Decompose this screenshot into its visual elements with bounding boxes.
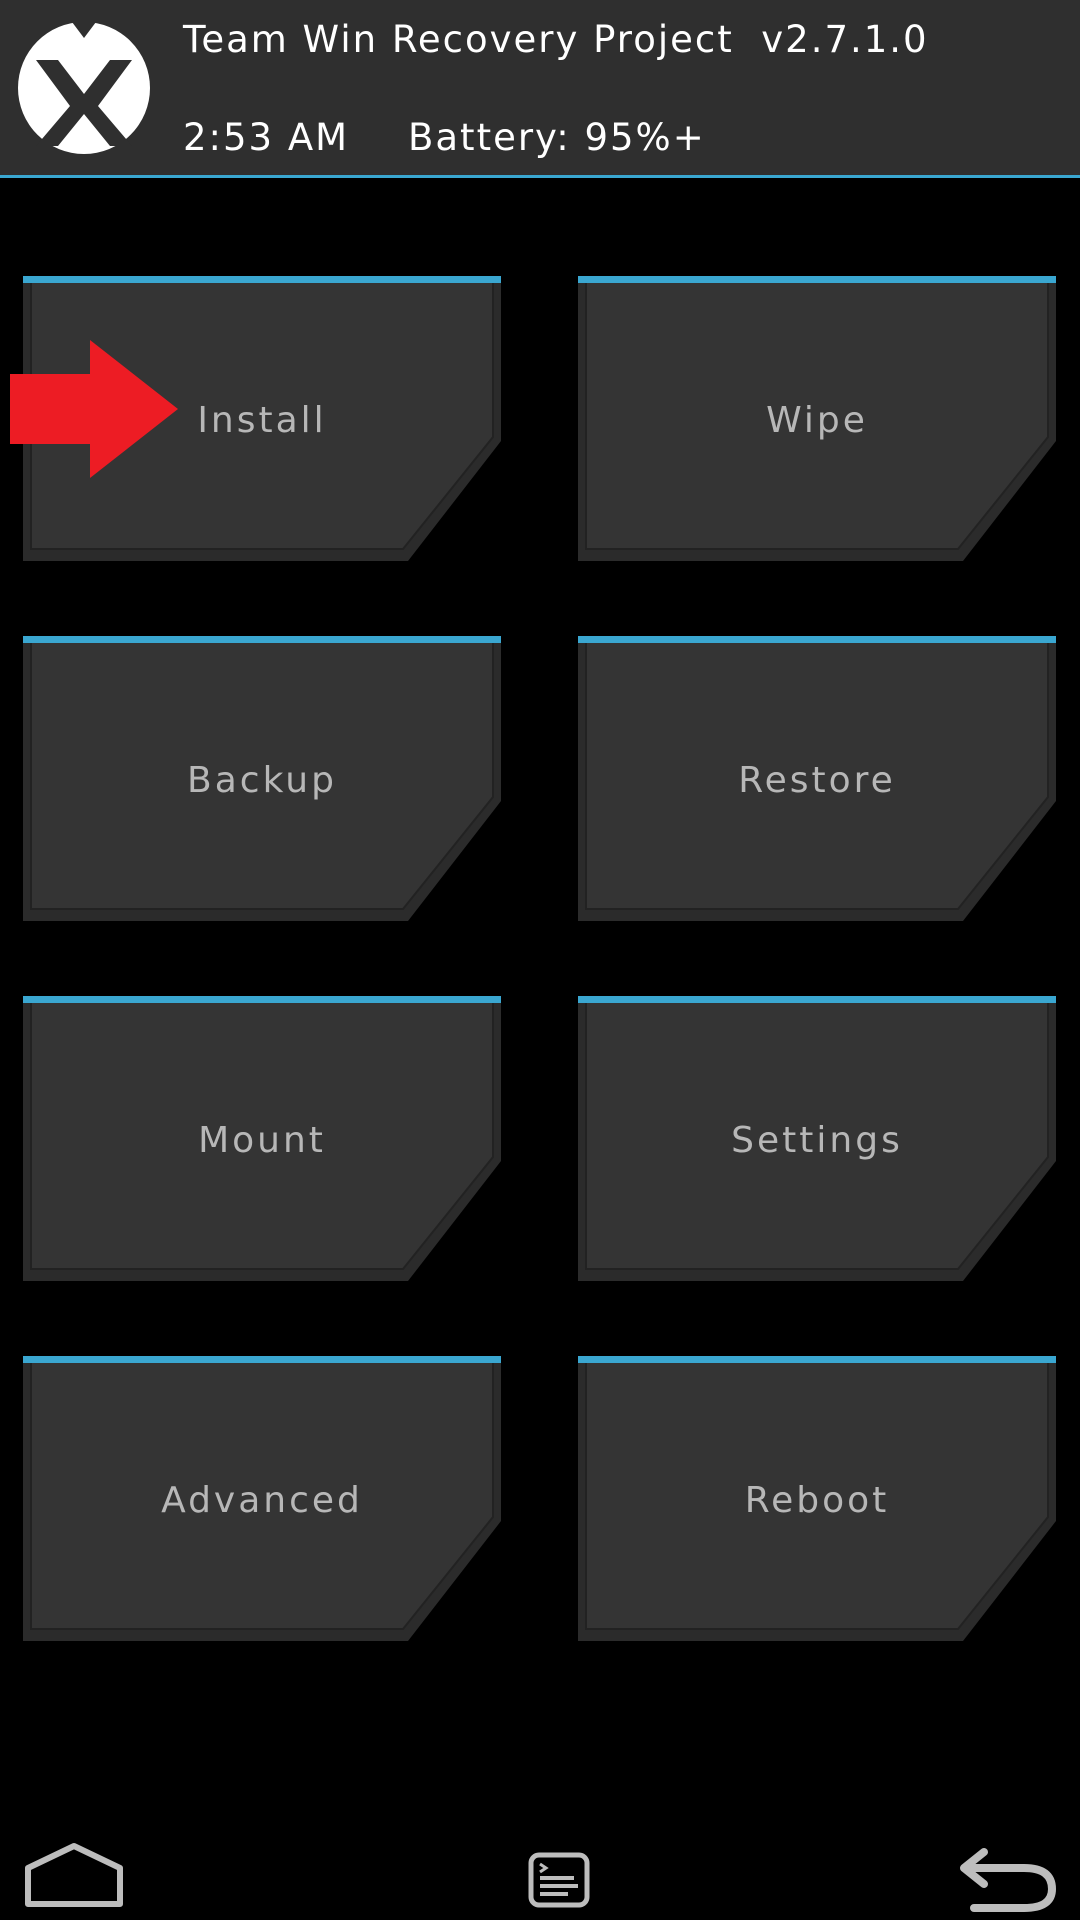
- restore-label: Restore: [738, 760, 896, 801]
- wipe-button[interactable]: Wipe: [578, 276, 1056, 561]
- header-bar: Team Win Recovery Project v2.7.1.0 2:53 …: [0, 0, 1080, 178]
- advanced-label: Advanced: [161, 1480, 363, 1521]
- advanced-button[interactable]: Advanced: [23, 1356, 501, 1641]
- settings-button[interactable]: Settings: [578, 996, 1056, 1281]
- home-icon[interactable]: [22, 1842, 126, 1908]
- red-arrow-icon: [10, 340, 178, 478]
- restore-button[interactable]: Restore: [578, 636, 1056, 921]
- reboot-button[interactable]: Reboot: [578, 1356, 1056, 1641]
- backup-label: Backup: [187, 760, 337, 801]
- twrp-logo: [18, 22, 150, 154]
- mount-button[interactable]: Mount: [23, 996, 501, 1281]
- settings-label: Settings: [731, 1120, 903, 1161]
- wipe-label: Wipe: [766, 400, 868, 441]
- backup-button[interactable]: Backup: [23, 636, 501, 921]
- back-icon[interactable]: [954, 1848, 1058, 1912]
- clock-text: 2:53 AM: [183, 116, 350, 159]
- app-title: Team Win Recovery Project v2.7.1.0: [183, 18, 929, 61]
- console-icon[interactable]: [528, 1852, 590, 1908]
- reboot-label: Reboot: [744, 1480, 890, 1521]
- battery-status: Battery: 95%+: [408, 116, 706, 159]
- mount-label: Mount: [198, 1120, 326, 1161]
